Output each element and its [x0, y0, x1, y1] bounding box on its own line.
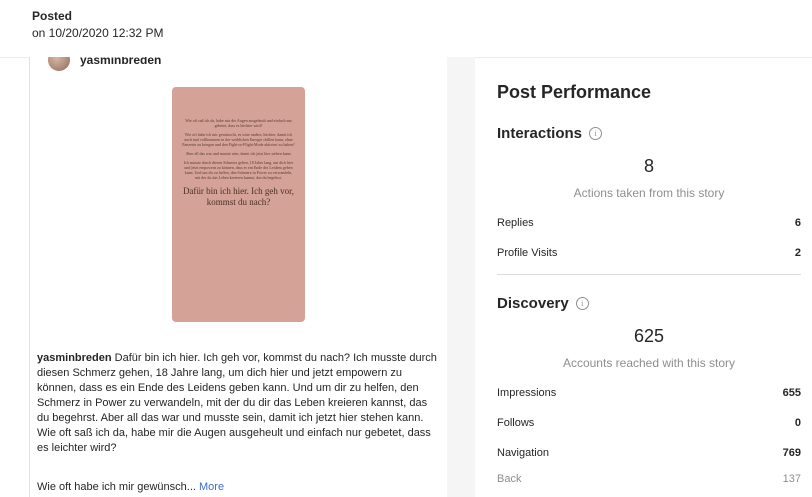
- metric-row-back: Back 137: [497, 473, 801, 485]
- story-paragraph: Wie oft habe ich mir gewünscht, es wäre …: [182, 132, 295, 147]
- metric-row-navigation: Navigation 769: [497, 447, 801, 459]
- post-card: yasminbreden Wie oft saß ich da, habe mi…: [29, 57, 449, 497]
- discovery-total: 625: [633, 326, 665, 346]
- metric-label: Profile Visits: [497, 247, 558, 259]
- metric-value: 137: [782, 473, 801, 485]
- metric-row-profile-visits: Profile Visits 2: [497, 247, 801, 259]
- metric-value: 2: [794, 247, 801, 259]
- metric-row-impressions: Impressions 655: [497, 387, 801, 399]
- post-user-row[interactable]: yasminbreden: [48, 57, 161, 71]
- metric-value: 6: [794, 217, 801, 229]
- avatar[interactable]: [48, 57, 70, 71]
- caption-text: Dafür bin ich hier. Ich geh vor, kommst …: [37, 352, 437, 454]
- post-caption: yasminbreden Dafür bin ich hier. Ich geh…: [37, 351, 437, 456]
- discovery-label: Discovery: [497, 295, 569, 312]
- metric-value: 655: [782, 387, 801, 399]
- metric-value: 0: [794, 417, 801, 429]
- story-preview-image[interactable]: Wie oft saß ich da, habe mir die Augen a…: [172, 87, 305, 322]
- interactions-total: 8: [643, 156, 654, 176]
- section-divider: [497, 274, 801, 275]
- interactions-heading: Interactions i: [497, 125, 603, 142]
- metric-row-follows: Follows 0: [497, 417, 801, 429]
- post-username[interactable]: yasminbreden: [80, 57, 161, 67]
- interactions-label: Interactions: [497, 125, 583, 142]
- info-icon[interactable]: i: [589, 127, 603, 140]
- caption-tail: Wie oft habe ich mir gewünsch...: [37, 481, 200, 493]
- post-performance-panel: Post Performance Interactions i 8 Action…: [497, 57, 801, 497]
- more-link[interactable]: More: [199, 481, 224, 493]
- metric-value: 769: [782, 447, 801, 459]
- metric-label: Follows: [497, 417, 535, 429]
- metric-label: Back: [497, 473, 522, 485]
- interactions-subtitle: Actions taken from this story: [573, 186, 725, 200]
- metric-label: Impressions: [497, 387, 557, 399]
- discovery-heading: Discovery i: [497, 295, 589, 312]
- story-headline: Dafür bin ich hier. Ich geh vor, kommst …: [182, 186, 295, 207]
- posted-date: on 10/20/2020 12:32 PM: [32, 26, 164, 40]
- info-icon[interactable]: i: [575, 297, 589, 310]
- story-paragraph: Ich musste durch diesen Schmerz gehen, 1…: [183, 160, 294, 180]
- panel-title: Post Performance: [497, 82, 652, 102]
- story-paragraph: Wie oft saß ich da, habe mir die Augen a…: [185, 118, 292, 128]
- metric-label: Navigation: [497, 447, 549, 459]
- story-paragraph: Aber all das war und musste sein, damit …: [185, 151, 292, 156]
- posted-header: Posted on 10/20/2020 12:32 PM: [32, 9, 163, 41]
- caption-truncated-row: Wie oft habe ich mir gewünsch... More: [37, 481, 224, 493]
- caption-username[interactable]: yasminbreden: [37, 352, 112, 364]
- metric-row-replies: Replies 6: [497, 217, 801, 229]
- discovery-subtitle: Accounts reached with this story: [562, 356, 736, 370]
- metric-label: Replies: [497, 217, 534, 229]
- posted-label: Posted: [32, 9, 73, 23]
- gutter: [447, 57, 475, 497]
- story-text: Wie oft saß ich da, habe mir die Augen a…: [182, 118, 295, 208]
